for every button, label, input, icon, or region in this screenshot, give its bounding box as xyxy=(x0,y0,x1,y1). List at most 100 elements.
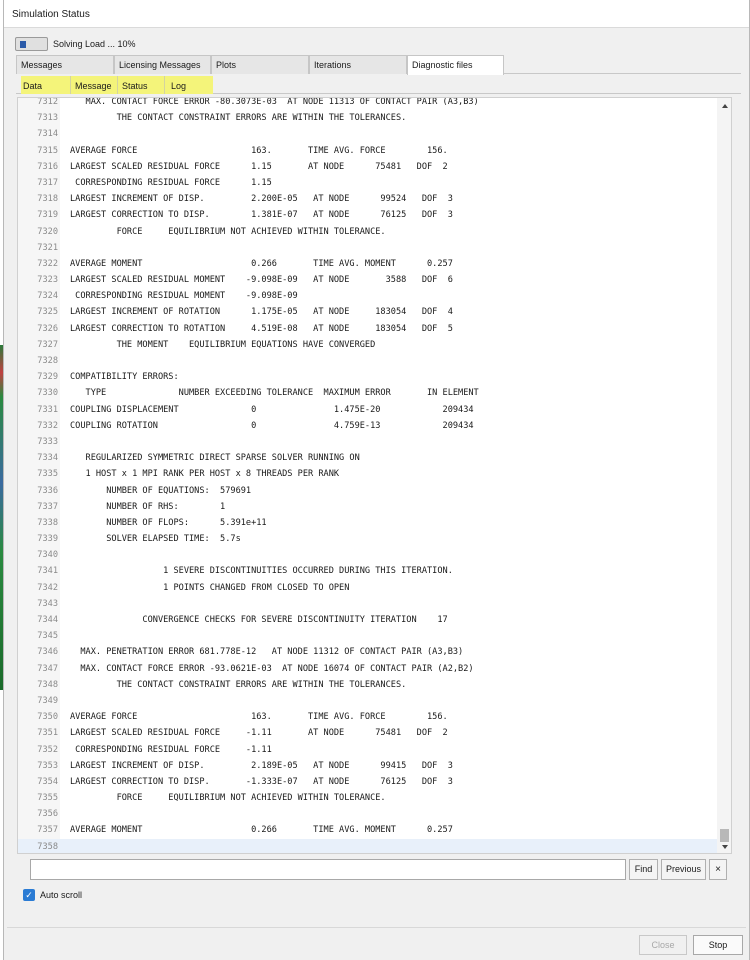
log-line: 7317 CORRESPONDING RESIDUAL FORCE 1.15 xyxy=(18,175,718,191)
tab-label: Iterations xyxy=(314,60,352,70)
log-line: 7323 LARGEST SCALED RESIDUAL MOMENT -9.09… xyxy=(18,272,718,288)
line-text: COMPATIBILITY ERRORS: xyxy=(70,372,179,383)
subtab-log[interactable]: Log xyxy=(165,76,205,94)
line-text: CONVERGENCE CHECKS FOR SEVERE DISCONTINU… xyxy=(70,615,448,625)
line-text: NUMBER OF EQUATIONS: 579691 xyxy=(70,485,252,496)
line-text: MAX. PENETRATION ERROR 681.778E-12 AT NO… xyxy=(70,647,464,658)
log-line: 7325 LARGEST INCREMENT OF ROTATION 1.175E… xyxy=(18,304,718,320)
log-line: 7354 LARGEST CORRECTION TO DISP. -1.333E-… xyxy=(18,774,718,790)
simulation-status-window: Simulation Status Solving Load ... 10% M… xyxy=(3,0,750,960)
line-number: 7321 xyxy=(37,242,58,253)
log-line: 7358 xyxy=(18,838,718,853)
scroll-up-arrow-icon[interactable] xyxy=(722,104,728,108)
line-text: MAX. CONTACT FORCE ERROR -80.3073E-03 AT… xyxy=(70,97,479,107)
line-number: 7331 xyxy=(37,404,58,415)
tab-plots[interactable]: Plots xyxy=(211,55,309,74)
line-text: FORCE EQUILIBRIUM NOT ACHIEVED WITHIN TO… xyxy=(70,793,386,804)
tab-label: Licensing Messages xyxy=(119,60,201,70)
line-number: 7324 xyxy=(37,291,58,302)
line-text: CORRESPONDING RESIDUAL FORCE -1.11 xyxy=(70,744,272,755)
progress-bar xyxy=(15,37,48,51)
auto-scroll-checkbox[interactable]: ✓ xyxy=(23,889,35,901)
scroll-down-arrow-icon[interactable] xyxy=(722,845,728,849)
log-line: 7348 THE CONTACT CONSTRAINT ERRORS ARE W… xyxy=(18,677,718,693)
line-number: 7330 xyxy=(37,388,58,399)
tab-diagnostic-files[interactable]: Diagnostic files xyxy=(407,55,504,75)
find-button[interactable]: Find xyxy=(629,859,658,880)
log-line: 7357 AVERAGE MOMENT 0.266 TIME AVG. MOMEN… xyxy=(18,822,718,838)
scrollbar-thumb[interactable] xyxy=(720,829,729,842)
log-line: 7313 THE CONTACT CONSTRAINT ERRORS ARE W… xyxy=(18,110,718,126)
auto-scroll-label: Auto scroll xyxy=(40,890,83,900)
log-line: 7320 FORCE EQUILIBRIUM NOT ACHIEVED WITH… xyxy=(18,224,718,240)
line-number: 7353 xyxy=(37,760,58,771)
log-line: 7326 LARGEST CORRECTION TO ROTATION 4.519… xyxy=(18,321,718,337)
log-line: 7336 NUMBER OF EQUATIONS: 579691 xyxy=(18,483,718,499)
line-number: 7347 xyxy=(37,663,58,674)
diagnostic-subtabs: Data Message Status Log xyxy=(16,76,741,94)
subtab-message[interactable]: Message xyxy=(71,76,118,94)
line-number: 7345 xyxy=(37,631,58,642)
line-number: 7348 xyxy=(37,679,58,690)
footer-divider xyxy=(7,927,746,928)
line-number: 7338 xyxy=(37,517,58,528)
line-number: 7329 xyxy=(37,372,58,383)
log-line: 7355 FORCE EQUILIBRIUM NOT ACHIEVED WITH… xyxy=(18,790,718,806)
subtab-status[interactable]: Status xyxy=(118,76,165,94)
find-bar: Find Previous × xyxy=(30,859,730,880)
line-number: 7346 xyxy=(37,647,58,658)
log-line: 7344 CONVERGENCE CHECKS FOR SEVERE DISCO… xyxy=(18,612,718,628)
log-line: 7321 xyxy=(18,240,718,256)
previous-button[interactable]: Previous xyxy=(661,859,706,880)
stop-button[interactable]: Stop xyxy=(693,935,743,955)
window-title: Simulation Status xyxy=(12,9,90,20)
log-line: 7356 xyxy=(18,806,718,822)
log-line: 7330 TYPE NUMBER EXCEEDING TOLERANCE MAX… xyxy=(18,385,718,401)
line-number: 7356 xyxy=(37,809,58,820)
line-number: 7336 xyxy=(37,485,58,496)
line-text: SOLVER ELAPSED TIME: 5.7s xyxy=(70,534,241,545)
line-text: LARGEST SCALED RESIDUAL FORCE -1.11 AT N… xyxy=(70,728,448,739)
tab-messages[interactable]: Messages xyxy=(16,55,114,74)
line-number: 7354 xyxy=(37,776,58,787)
line-number: 7319 xyxy=(37,210,58,221)
log-line: 7316 LARGEST SCALED RESIDUAL FORCE 1.15 A… xyxy=(18,159,718,175)
subtab-label: Status xyxy=(122,81,148,91)
line-text: COUPLING ROTATION 0 4.759E-13 209434 xyxy=(70,420,474,431)
line-number: 7317 xyxy=(37,177,58,188)
tab-iterations[interactable]: Iterations xyxy=(309,55,407,74)
find-input[interactable] xyxy=(30,859,626,880)
tab-label: Messages xyxy=(21,60,63,70)
message-log-viewer[interactable]: 7312 MAX. CONTACT FORCE ERROR -80.3073E-… xyxy=(17,97,732,854)
line-number: 7358 xyxy=(37,841,58,852)
log-line: 7351 LARGEST SCALED RESIDUAL FORCE -1.11 … xyxy=(18,725,718,741)
log-line: 7341 1 SEVERE DISCONTINUITIES OCCURRED D… xyxy=(18,563,718,579)
line-text: LARGEST CORRECTION TO DISP. 1.381E-07 AT… xyxy=(70,210,453,221)
line-number: 7325 xyxy=(37,307,58,318)
tab-licensing-messages[interactable]: Licensing Messages xyxy=(114,55,211,74)
close-button[interactable]: Close xyxy=(639,935,687,955)
title-bar[interactable]: Simulation Status xyxy=(4,0,749,28)
line-number: 7344 xyxy=(37,615,58,625)
line-text: REGULARIZED SYMMETRIC DIRECT SPARSE SOLV… xyxy=(70,453,360,464)
line-text: CORRESPONDING RESIDUAL FORCE 1.15 xyxy=(70,177,272,188)
vertical-scrollbar[interactable] xyxy=(717,98,731,853)
line-number: 7322 xyxy=(37,258,58,269)
log-line: 7346 MAX. PENETRATION ERROR 681.778E-12 … xyxy=(18,644,718,660)
subtab-data[interactable]: Data xyxy=(23,76,71,94)
line-text: LARGEST INCREMENT OF DISP. 2.200E-05 AT … xyxy=(70,194,453,205)
line-number: 7351 xyxy=(37,728,58,739)
log-line: 7315 AVERAGE FORCE 163. TIME AVG. FORCE 1… xyxy=(18,143,718,159)
line-number: 7315 xyxy=(37,145,58,156)
line-text: LARGEST CORRECTION TO DISP. -1.333E-07 A… xyxy=(70,776,453,787)
line-number: 7335 xyxy=(37,469,58,480)
log-line: 7343 xyxy=(18,596,718,612)
line-number: 7320 xyxy=(37,226,58,237)
line-text: COUPLING DISPLACEMENT 0 1.475E-20 209434 xyxy=(70,404,474,415)
log-line: 7318 LARGEST INCREMENT OF DISP. 2.200E-05… xyxy=(18,191,718,207)
line-number: 7312 xyxy=(37,97,58,107)
line-text: LARGEST INCREMENT OF DISP. 2.189E-05 AT … xyxy=(70,760,453,771)
close-find-icon[interactable]: × xyxy=(709,859,727,880)
line-text: AVERAGE FORCE 163. TIME AVG. FORCE 156. xyxy=(70,145,448,156)
line-number: 7323 xyxy=(37,275,58,286)
